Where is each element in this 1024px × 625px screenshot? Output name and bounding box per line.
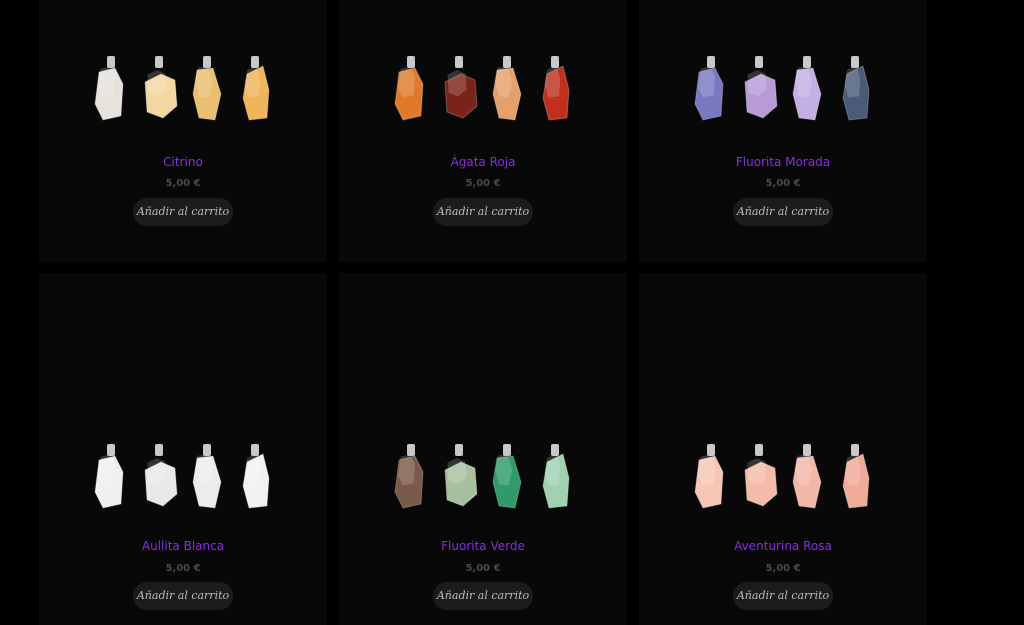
stone-shine bbox=[98, 454, 115, 486]
pendant-bail bbox=[851, 56, 859, 68]
stone-shine bbox=[398, 66, 415, 98]
pendant-bail bbox=[803, 444, 811, 456]
product-card: Aventurina Rosa 5,00 € Añadir al carrito bbox=[639, 273, 927, 625]
stone-pendant bbox=[694, 444, 724, 509]
stone-pendant bbox=[444, 56, 478, 119]
pendant-bail bbox=[107, 56, 115, 68]
add-to-cart-button[interactable]: Añadir al carrito bbox=[433, 582, 533, 610]
pendant-bail bbox=[803, 56, 811, 68]
stone-pendant bbox=[792, 444, 822, 509]
pendant-bail bbox=[155, 56, 163, 68]
product-image[interactable] bbox=[383, 50, 583, 130]
product-card: Citrino 5,00 € Añadir al carrito bbox=[39, 0, 327, 262]
pendant-bail bbox=[251, 56, 259, 68]
product-card: Fluorita Morada 5,00 € Añadir al carrito bbox=[639, 0, 927, 262]
stone-pendant bbox=[144, 56, 178, 119]
pendant-bail bbox=[251, 444, 259, 456]
product-name-link[interactable]: Aullita Blanca bbox=[39, 539, 327, 553]
stone-pendant bbox=[542, 56, 570, 121]
add-to-cart-button[interactable]: Añadir al carrito bbox=[433, 198, 533, 226]
stone-pendant bbox=[192, 56, 222, 121]
pendant-bail bbox=[551, 444, 559, 456]
product-card: Aullita Blanca 5,00 € Añadir al carrito bbox=[39, 273, 327, 625]
stone-pendant bbox=[492, 56, 522, 121]
product-grid: Citrino 5,00 € Añadir al carrito Ágata R… bbox=[0, 0, 1024, 625]
product-card: Ágata Roja 5,00 € Añadir al carrito bbox=[339, 0, 627, 262]
pendant-bail bbox=[503, 56, 511, 68]
product-name-link[interactable]: Fluorita Morada bbox=[639, 155, 927, 169]
pendant-bail bbox=[755, 444, 763, 456]
pendant-bail bbox=[707, 56, 715, 68]
pendant-bail bbox=[155, 444, 163, 456]
pendant-bail bbox=[755, 56, 763, 68]
stone-pendant bbox=[394, 444, 424, 509]
add-to-cart-button[interactable]: Añadir al carrito bbox=[133, 582, 233, 610]
product-image[interactable] bbox=[78, 438, 288, 518]
product-image[interactable] bbox=[678, 438, 888, 518]
stone-pendant bbox=[444, 444, 478, 507]
product-price: 5,00 € bbox=[165, 178, 201, 189]
stone-shine bbox=[98, 66, 115, 98]
product-card: Fluorita Verde 5,00 € Añadir al carrito bbox=[339, 273, 627, 625]
pendant-bail bbox=[707, 444, 715, 456]
pendant-bail bbox=[107, 444, 115, 456]
add-to-cart-button[interactable]: Añadir al carrito bbox=[733, 582, 833, 610]
stone-pendant bbox=[94, 56, 124, 121]
pendant-bail bbox=[503, 444, 511, 456]
stone-shine bbox=[398, 454, 415, 486]
add-to-cart-button[interactable]: Añadir al carrito bbox=[133, 198, 233, 226]
product-image[interactable] bbox=[378, 438, 588, 518]
pendant-bail bbox=[455, 56, 463, 68]
product-name-link[interactable]: Ágata Roja bbox=[339, 155, 627, 169]
pendant-bail bbox=[407, 444, 415, 456]
stone-pendant bbox=[94, 444, 124, 509]
stone-pendant bbox=[242, 56, 270, 121]
product-name-link[interactable]: Citrino bbox=[39, 155, 327, 169]
product-price: 5,00 € bbox=[765, 563, 801, 574]
pendant-bail bbox=[455, 444, 463, 456]
stone-pendant bbox=[842, 444, 870, 509]
stone-pendant bbox=[492, 444, 522, 509]
stone-pendant bbox=[242, 444, 270, 509]
product-price: 5,00 € bbox=[465, 563, 501, 574]
pendant-bail bbox=[407, 56, 415, 68]
stone-pendant bbox=[192, 444, 222, 509]
stone-pendant bbox=[744, 56, 778, 119]
pendant-bail bbox=[203, 444, 211, 456]
stone-pendant bbox=[144, 444, 178, 507]
stone-shine bbox=[698, 66, 715, 98]
product-price: 5,00 € bbox=[465, 178, 501, 189]
product-name-link[interactable]: Aventurina Rosa bbox=[639, 539, 927, 553]
product-image[interactable] bbox=[683, 50, 883, 130]
pendant-bail bbox=[851, 444, 859, 456]
stone-pendant bbox=[542, 444, 570, 509]
stone-pendant bbox=[792, 56, 822, 121]
stone-pendant bbox=[744, 444, 778, 507]
product-price: 5,00 € bbox=[165, 563, 201, 574]
stone-pendant bbox=[694, 56, 724, 121]
pendant-bail bbox=[551, 56, 559, 68]
stone-pendant bbox=[842, 56, 870, 121]
product-name-link[interactable]: Fluorita Verde bbox=[339, 539, 627, 553]
stone-pendant bbox=[394, 56, 424, 121]
add-to-cart-button[interactable]: Añadir al carrito bbox=[733, 198, 833, 226]
stone-shine bbox=[698, 454, 715, 486]
pendant-bail bbox=[203, 56, 211, 68]
product-price: 5,00 € bbox=[765, 178, 801, 189]
product-image[interactable] bbox=[83, 50, 283, 130]
